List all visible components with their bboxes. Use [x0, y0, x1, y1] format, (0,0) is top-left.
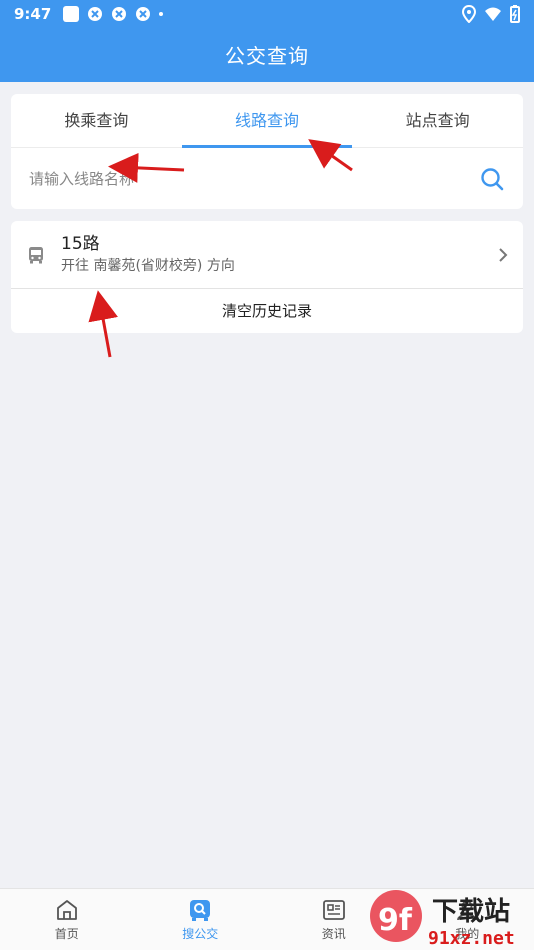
app-notification-icon — [63, 6, 80, 22]
history-card: 15路 开往 南馨苑(省财校旁) 方向 清空历史记录 — [11, 221, 523, 333]
home-icon — [56, 899, 77, 920]
nav-home[interactable]: 首页 — [0, 889, 134, 950]
nav-mine-label: 我的 — [455, 926, 480, 941]
route-direction: 开往 南馨苑(省财校旁) 方向 — [61, 257, 235, 274]
sync-icon — [112, 7, 127, 21]
search-row — [11, 148, 523, 209]
bus-search-icon — [190, 899, 211, 921]
bus-icon — [29, 246, 43, 263]
query-tabs: 换乘查询 线路查询 站点查询 — [11, 94, 523, 148]
sync-icon — [88, 7, 103, 21]
status-time: 9:47 — [14, 5, 52, 23]
tab-stop-query[interactable]: 站点查询 — [352, 94, 523, 147]
more-notifications-icon — [159, 12, 164, 16]
history-text: 15路 开往 南馨苑(省财校旁) 方向 — [61, 233, 497, 277]
route-search-input[interactable] — [29, 169, 479, 188]
nav-bus-search[interactable]: 搜公交 — [134, 889, 268, 950]
nav-bus-search-label: 搜公交 — [182, 926, 219, 941]
tab-route-query[interactable]: 线路查询 — [181, 94, 353, 148]
nav-mine[interactable]: 我的 — [401, 889, 534, 950]
user-icon — [457, 900, 478, 920]
clear-history-button[interactable]: 清空历史记录 — [11, 289, 523, 333]
nav-news[interactable]: 资讯 — [267, 889, 401, 950]
sync-icon — [136, 7, 151, 21]
battery-icon — [510, 5, 520, 23]
bottom-nav: 首页 搜公交 资讯 我的 — [0, 888, 534, 950]
notification-icons — [63, 6, 164, 22]
nav-news-label: 资讯 — [321, 926, 346, 941]
wifi-icon — [485, 7, 501, 21]
history-item[interactable]: 15路 开往 南馨苑(省财校旁) 方向 — [11, 221, 523, 289]
route-name: 15路 — [61, 233, 100, 254]
system-status-icons — [462, 5, 520, 23]
app-header: 9:47 公交查询 — [0, 0, 534, 82]
nav-home-label: 首页 — [54, 926, 79, 941]
chevron-right-icon — [499, 247, 508, 262]
location-icon — [462, 5, 476, 23]
tab-transfer-query[interactable]: 换乘查询 — [11, 94, 182, 147]
news-icon — [322, 899, 345, 920]
status-bar: 9:47 — [0, 0, 534, 28]
search-icon[interactable] — [479, 166, 505, 192]
search-card: 换乘查询 线路查询 站点查询 — [11, 94, 523, 209]
page-title: 公交查询 — [225, 44, 309, 68]
